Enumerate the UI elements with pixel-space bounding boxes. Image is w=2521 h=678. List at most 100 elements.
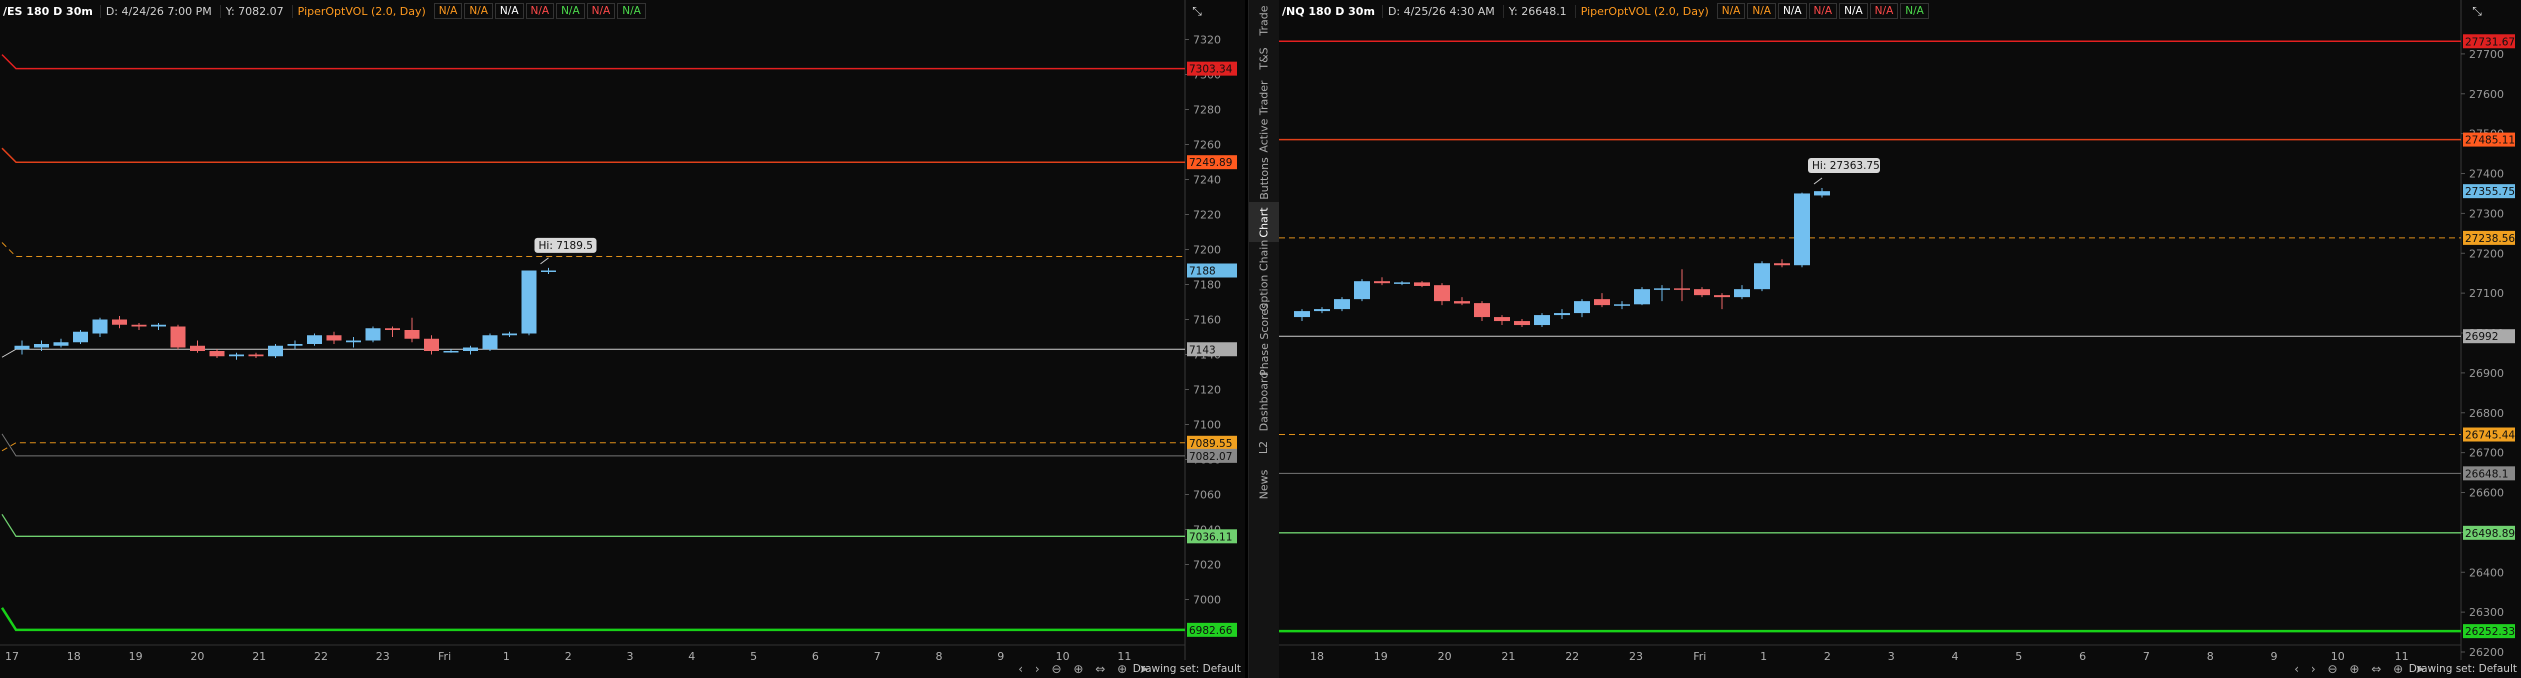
- nq-candle[interactable]: [1734, 285, 1750, 300]
- es-level-line[interactable]: [1, 147, 1185, 163]
- nq-date-label: D: 4/25/26 4:30 AM: [1381, 4, 1500, 18]
- nq-na-badge: N/A: [1869, 3, 1899, 19]
- side-tab-t-s[interactable]: T&S: [1249, 40, 1279, 76]
- nq-bottom-bar: ‹ › ⊖ ⊕ ⇔ ⊕ ➤ Drawing set: Default: [1279, 662, 2521, 678]
- side-tab-news[interactable]: News: [1249, 464, 1279, 504]
- nq-drawing-set-label[interactable]: Drawing set: Default: [2409, 663, 2517, 675]
- nq-candle[interactable]: [1794, 192, 1810, 268]
- es-candle[interactable]: [190, 340, 205, 353]
- es-price-tick: 7000: [1193, 594, 1221, 607]
- nq-candle[interactable]: [1474, 301, 1490, 322]
- nq-candle[interactable]: [1814, 187, 1830, 198]
- side-tab-active-trader[interactable]: Active Trader: [1249, 78, 1279, 154]
- nq-candle[interactable]: [1294, 309, 1310, 322]
- side-tab-trade[interactable]: Trade: [1249, 2, 1279, 38]
- es-collapse-icon[interactable]: ⤡: [1190, 4, 1204, 18]
- nq-candle[interactable]: [1414, 281, 1430, 288]
- es-symbol-label[interactable]: /ES 180 D 30m: [3, 5, 97, 18]
- side-tab-l2[interactable]: L2: [1249, 432, 1279, 462]
- es-candle[interactable]: [541, 267, 556, 274]
- es-candle[interactable]: [482, 333, 498, 352]
- nq-candle[interactable]: [1514, 319, 1530, 328]
- es-level-line[interactable]: [1, 348, 1185, 358]
- es-candle[interactable]: [131, 323, 147, 330]
- nq-candle[interactable]: [1694, 287, 1710, 298]
- es-candle[interactable]: [53, 338, 69, 348]
- side-tab-dashboard[interactable]: Dashboard: [1249, 371, 1279, 431]
- es-candle[interactable]: [170, 324, 186, 350]
- es-level-line[interactable]: [1, 442, 1185, 452]
- side-tab-option-chain[interactable]: Option Chain: [1249, 239, 1279, 311]
- es-candle[interactable]: [521, 270, 537, 336]
- nq-candle[interactable]: [1714, 293, 1730, 310]
- nq-candle[interactable]: [1334, 297, 1350, 312]
- side-tab-phase-scores[interactable]: Phase Scores: [1249, 303, 1279, 376]
- es-candle[interactable]: [404, 317, 420, 343]
- nq-candle[interactable]: [1314, 307, 1330, 314]
- nq-candle[interactable]: [1374, 277, 1390, 286]
- es-candle[interactable]: [463, 345, 478, 355]
- nq-symbol-label[interactable]: /NQ 180 D 30m: [1282, 5, 1379, 18]
- es-candle[interactable]: [73, 330, 88, 344]
- side-tab-chart[interactable]: Chart: [1249, 202, 1279, 242]
- es-level-line[interactable]: [0, 607, 1185, 632]
- es-candle[interactable]: [443, 349, 459, 353]
- es-price-axis[interactable]: [1185, 0, 1245, 678]
- nq-candle[interactable]: [1354, 279, 1370, 302]
- nq-candle[interactable]: [1654, 285, 1670, 302]
- nq-chart-canvas[interactable]: 2770027600275002740027300272002710027000…: [1279, 0, 2521, 678]
- nq-candle[interactable]: [1394, 281, 1410, 286]
- es-price-tick: 7020: [1193, 559, 1221, 572]
- nq-candle[interactable]: [1454, 297, 1470, 306]
- es-level-line[interactable]: [1, 433, 1185, 457]
- es-candle[interactable]: [307, 333, 322, 346]
- nq-study-label[interactable]: PiperOptVOL (2.0, Day): [1574, 4, 1714, 18]
- svg-text:7303.34: 7303.34: [1189, 64, 1233, 76]
- svg-text:7188: 7188: [1189, 266, 1216, 278]
- es-candle[interactable]: [287, 340, 303, 350]
- es-chart-header: /ES 180 D 30m D: 4/24/26 7:00 PM Y: 7082…: [0, 0, 646, 22]
- es-candle[interactable]: [112, 316, 127, 329]
- nq-candle[interactable]: [1594, 293, 1610, 308]
- nq-chart-panel[interactable]: 2770027600275002740027300272002710027000…: [1279, 0, 2521, 678]
- nq-price-badge: 26252.33: [2463, 624, 2515, 639]
- es-price-badge: 7143: [1187, 342, 1237, 357]
- es-drawing-set-label[interactable]: Drawing set: Default: [1133, 663, 1241, 675]
- es-candle[interactable]: [14, 340, 30, 355]
- es-candle[interactable]: [424, 335, 439, 355]
- nq-candle[interactable]: [1634, 287, 1650, 306]
- es-candle[interactable]: [92, 317, 108, 337]
- es-level-line[interactable]: [1, 513, 1185, 537]
- es-candle[interactable]: [229, 352, 244, 360]
- svg-text:27731.67: 27731.67: [2465, 36, 2515, 48]
- nq-candle[interactable]: [1774, 259, 1790, 268]
- nq-candle[interactable]: [1574, 299, 1590, 318]
- es-study-label[interactable]: PiperOptVOL (2.0, Day): [291, 4, 431, 18]
- nq-candle[interactable]: [1674, 269, 1690, 302]
- es-candle[interactable]: [268, 344, 283, 358]
- es-candle[interactable]: [209, 349, 225, 358]
- es-candle[interactable]: [151, 323, 166, 330]
- nq-candle[interactable]: [1534, 313, 1550, 328]
- nq-candle[interactable]: [1434, 283, 1450, 306]
- es-candle[interactable]: [502, 331, 517, 337]
- es-candle[interactable]: [365, 326, 381, 343]
- es-candle[interactable]: [346, 337, 361, 348]
- es-candle[interactable]: [326, 331, 342, 344]
- side-tab-strip: Trade T&S Active Trader Buttons Chart Option …: [1248, 0, 1280, 678]
- es-candle[interactable]: [385, 326, 400, 338]
- nq-candle[interactable]: [1554, 309, 1570, 320]
- nq-candle[interactable]: [1494, 315, 1510, 326]
- nq-candle[interactable]: [1614, 301, 1630, 310]
- svg-text:26745.44: 26745.44: [2465, 430, 2515, 442]
- nq-collapse-icon[interactable]: ⤡: [2470, 4, 2484, 18]
- nq-chart-header: /NQ 180 D 30m D: 4/25/26 4:30 AM Y: 2664…: [1279, 0, 1929, 22]
- side-tab-buttons[interactable]: Buttons: [1249, 156, 1279, 200]
- es-chart-canvas[interactable]: 7320730072807260724072207200718071607140…: [0, 0, 1245, 678]
- es-date-label: D: 4/24/26 7:00 PM: [99, 4, 217, 18]
- nq-candle[interactable]: [1754, 261, 1770, 292]
- es-level-line[interactable]: [1, 54, 1185, 70]
- es-chart-panel[interactable]: 7320730072807260724072207200718071607140…: [0, 0, 1245, 678]
- side-tab-label: Phase Scores: [1257, 302, 1271, 376]
- es-candle[interactable]: [248, 352, 264, 358]
